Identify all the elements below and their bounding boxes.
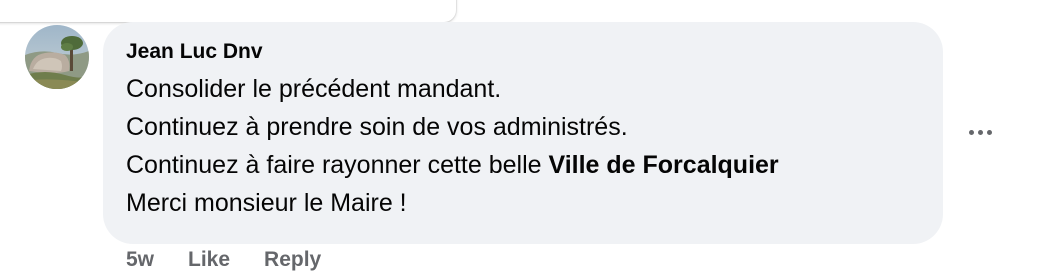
- more-horizontal-icon: [986, 129, 992, 135]
- comment-actions: 5w Like Reply: [126, 248, 321, 272]
- more-options-button[interactable]: [960, 114, 1000, 150]
- previous-card-fragment: [0, 0, 456, 22]
- comment-line: Consolider le précédent mandant.: [126, 75, 502, 103]
- avatar[interactable]: [25, 25, 89, 89]
- comment-line: Merci monsieur le Maire !: [126, 189, 407, 217]
- comment-line: Continuez à prendre soin de vos administ…: [126, 113, 628, 141]
- reply-button[interactable]: Reply: [264, 248, 321, 272]
- comment-timestamp[interactable]: 5w: [126, 248, 154, 272]
- comment-line: Continuez à faire rayonner cette belle V…: [126, 146, 936, 184]
- comment-author-name[interactable]: Jean Luc Dnv: [126, 40, 263, 64]
- more-horizontal-icon: [977, 129, 983, 135]
- avatar-landscape-image: [25, 25, 89, 89]
- like-button[interactable]: Like: [188, 248, 230, 272]
- comment-line-text: Continuez à faire rayonner cette belle: [126, 151, 549, 179]
- page-mention-link[interactable]: Ville de Forcalquier: [548, 151, 778, 179]
- comment-body: Consolider le précédent mandant. Continu…: [126, 70, 936, 222]
- more-horizontal-icon: [968, 129, 974, 135]
- comment-thread: Jean Luc Dnv Consolider le précédent man…: [0, 0, 1040, 278]
